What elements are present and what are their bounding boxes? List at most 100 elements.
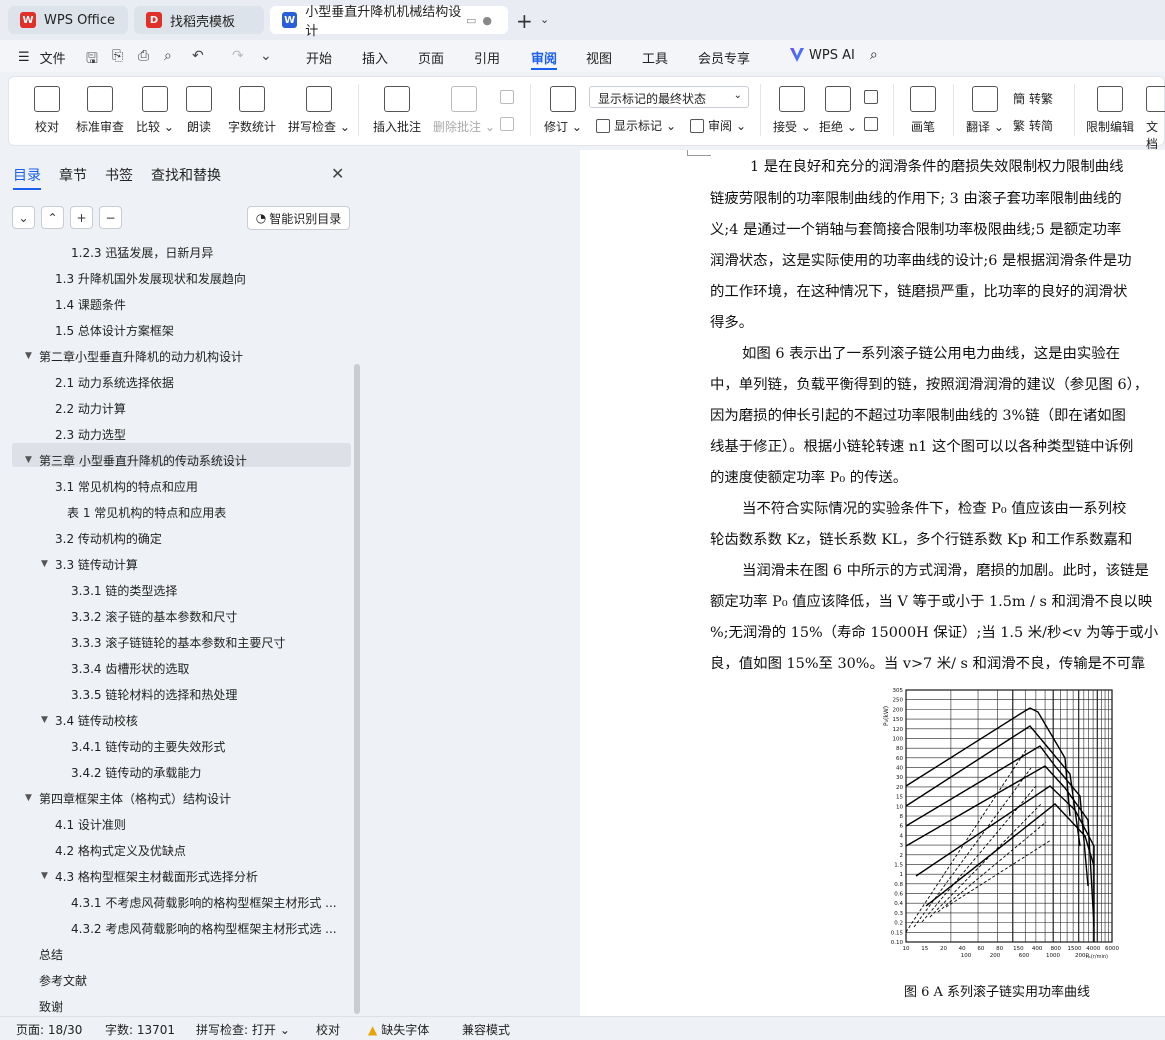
menu-reference[interactable]: 引用 [474, 48, 500, 67]
nav-tab-toc[interactable]: 目录 [13, 165, 41, 185]
file-menu[interactable]: ☰ 文件 [18, 48, 66, 67]
compat-mode-status[interactable]: 兼容模式 [462, 1021, 510, 1038]
spell-check-status[interactable]: 拼写检查: 打开 ⌄ [196, 1021, 290, 1038]
spell-check-button[interactable]: 拼写检查 ⌄ [288, 86, 350, 135]
toc-item[interactable]: ▼ 3.3 链传动计算 [0, 552, 352, 576]
toc-item[interactable]: 4.3.2 考虑风荷载影响的格构型框架主材形式选 ... [0, 916, 352, 940]
delete-comment-button[interactable]: 删除批注 ⌄ [433, 86, 495, 135]
toc-item[interactable]: 1.4 课题条件 [0, 292, 352, 316]
proofread-button[interactable]: 校对 [34, 86, 60, 135]
smart-toc-button[interactable]: ◔ 智能识别目录 [247, 206, 350, 230]
expand-triangle-icon[interactable]: ▼ [25, 455, 32, 465]
toc-item[interactable]: 表 1 常见机构的特点和应用表 [0, 500, 352, 524]
expand-triangle-icon[interactable]: ▼ [25, 351, 32, 361]
reject-button[interactable]: 拒绝 ⌄ [819, 86, 857, 135]
toc-item[interactable]: 4.3.1 不考虑风荷载影响的格构型框架主材形式 ... [0, 890, 352, 914]
toc-item[interactable]: ▼ 第四章框架主体（格构式）结构设计 [0, 786, 352, 810]
toc-item[interactable]: 3.3.1 链的类型选择 [0, 578, 352, 602]
menu-view[interactable]: 视图 [586, 48, 612, 67]
word-count-button[interactable]: 字数统计 [228, 86, 276, 135]
expand-triangle-icon[interactable]: ▼ [41, 715, 48, 725]
to-traditional-button[interactable]: 簡转繁 [1013, 90, 1053, 107]
word-count-indicator[interactable]: 字数: 13701 [105, 1021, 175, 1038]
toc-item[interactable]: ▼ 第二章小型垂直升降机的动力机构设计 [0, 344, 352, 368]
accept-button[interactable]: 接受 ⌄ [773, 86, 811, 135]
next-change-button[interactable] [864, 117, 878, 131]
close-icon[interactable]: ✕ [331, 164, 344, 183]
nav-tab-find-replace[interactable]: 查找和替换 [151, 165, 221, 185]
tab-docer-templates[interactable]: D 找稻壳模板 [134, 6, 264, 34]
ink-button[interactable]: 画笔 [910, 86, 936, 135]
wps-ai-button[interactable]: WPS AI ⌕ [790, 47, 878, 63]
save-icon[interactable]: 🖫 [86, 48, 98, 72]
menu-insert[interactable]: 插入 [362, 48, 388, 67]
tab-list-chevron-icon[interactable]: ⌄ [540, 13, 549, 26]
toc-item[interactable]: 3.4.2 链传动的承载能力 [0, 760, 352, 784]
print-icon[interactable]: ⎙ [138, 48, 149, 64]
export-icon[interactable]: ⎘ [112, 48, 123, 64]
toc-item[interactable]: ▼ 4.3 格构型框架主材截面形式选择分析 [0, 864, 352, 888]
nav-tab-bookmarks[interactable]: 书签 [105, 165, 133, 185]
toc-item[interactable]: 3.3.3 滚子链链轮的基本参数和主要尺寸 [0, 630, 352, 654]
restrict-edit-button[interactable]: 限制编辑 [1086, 86, 1134, 135]
nav-scrollbar[interactable] [354, 364, 360, 1014]
toc-item[interactable]: 3.4.1 链传动的主要失效形式 [0, 734, 352, 758]
compare-button[interactable]: 比较 ⌄ [136, 86, 174, 135]
to-simplified-button[interactable]: 繁转简 [1013, 117, 1053, 134]
toc-item[interactable]: ▼ 3.4 链传动校核 [0, 708, 352, 732]
collapse-up-icon[interactable]: ⌃ [41, 206, 64, 229]
toc-item[interactable]: 3.3.4 齿槽形状的选取 [0, 656, 352, 680]
insert-comment-button[interactable]: 插入批注 [373, 86, 421, 135]
expand-triangle-icon[interactable]: ▼ [41, 559, 48, 569]
nav-tab-sections[interactable]: 章节 [59, 165, 87, 185]
menu-tools[interactable]: 工具 [642, 48, 668, 67]
menu-review[interactable]: 审阅 [531, 48, 557, 67]
toc-item[interactable]: 2.2 动力计算 [0, 396, 352, 420]
tab-wps-office[interactable]: W WPS Office [8, 6, 128, 34]
quick-access-more-icon[interactable]: ⌄ [260, 48, 272, 64]
page-indicator[interactable]: 页面: 18/30 [16, 1021, 82, 1038]
expand-triangle-icon[interactable]: ▼ [41, 871, 48, 881]
toc-item[interactable]: 2.3 动力选型 [0, 422, 352, 446]
toc-item[interactable]: 4.1 设计准则 [0, 812, 352, 836]
toc-item[interactable]: 2.1 动力系统选择依据 [0, 370, 352, 394]
toc-item[interactable]: 1.3 升降机国外发展现状和发展趋向 [0, 266, 352, 290]
toc-item[interactable]: ▼ 第三章 小型垂直升降机的传动系统设计 [0, 448, 352, 472]
toc-item[interactable]: 4.2 格构式定义及优缺点 [0, 838, 352, 862]
prev-change-button[interactable] [864, 90, 878, 104]
toc-item[interactable]: 3.1 常见机构的特点和应用 [0, 474, 352, 498]
prev-comment-button[interactable] [500, 90, 514, 104]
remove-icon[interactable]: − [99, 206, 122, 229]
collapse-down-icon[interactable]: ⌄ [12, 206, 35, 229]
print-preview-icon[interactable]: ⌕ [164, 48, 172, 64]
undo-icon[interactable]: ↶ [192, 48, 204, 64]
tab-status-icons[interactable]: ▭● [466, 14, 498, 27]
expand-triangle-icon[interactable]: ▼ [25, 793, 32, 803]
toc-item[interactable]: 总结 [0, 942, 352, 966]
menu-start[interactable]: 开始 [306, 48, 332, 67]
missing-font-status[interactable]: ▲ 缺失字体 [368, 1021, 429, 1038]
toc-item[interactable]: 3.3.2 滚子链的基本参数和尺寸 [0, 604, 352, 628]
markup-state-select[interactable]: 显示标记的最终状态 ⌄ [589, 86, 749, 108]
menu-member[interactable]: 会员专享 [698, 48, 750, 67]
read-aloud-button[interactable]: 朗读 [186, 86, 212, 135]
toc-item[interactable]: 1.2.3 迅猛发展，日新月异 [0, 240, 352, 264]
toc-item[interactable]: 致谢 [0, 994, 352, 1018]
next-comment-button[interactable] [500, 117, 514, 131]
add-icon[interactable]: + [70, 206, 93, 229]
review-pane-button[interactable]: 审阅 ⌄ [690, 117, 746, 134]
standard-review-button[interactable]: 标准审查 [76, 86, 124, 135]
show-markup-button[interactable]: 显示标记 ⌄ [596, 117, 676, 134]
new-tab-plus-icon[interactable]: + [516, 9, 533, 33]
toc-item[interactable]: 3.2 传动机构的确定 [0, 526, 352, 550]
menu-page[interactable]: 页面 [418, 48, 444, 67]
proof-status[interactable]: 校对 [316, 1021, 340, 1038]
search-icon[interactable]: ⌕ [870, 47, 878, 63]
toc-item[interactable]: 3.3.5 链轮材料的选择和热处理 [0, 682, 352, 706]
document-permission-button[interactable]: 文档 [1146, 86, 1165, 152]
translate-button[interactable]: 翻译 ⌄ [966, 86, 1004, 135]
toc-item[interactable]: 1.5 总体设计方案框架 [0, 318, 352, 342]
track-changes-button[interactable]: 修订 ⌄ [544, 86, 582, 135]
tab-current-document[interactable]: W 小型垂直升降机机械结构设计 ▭● [270, 5, 508, 39]
toc-item[interactable]: 参考文献 [0, 968, 352, 992]
